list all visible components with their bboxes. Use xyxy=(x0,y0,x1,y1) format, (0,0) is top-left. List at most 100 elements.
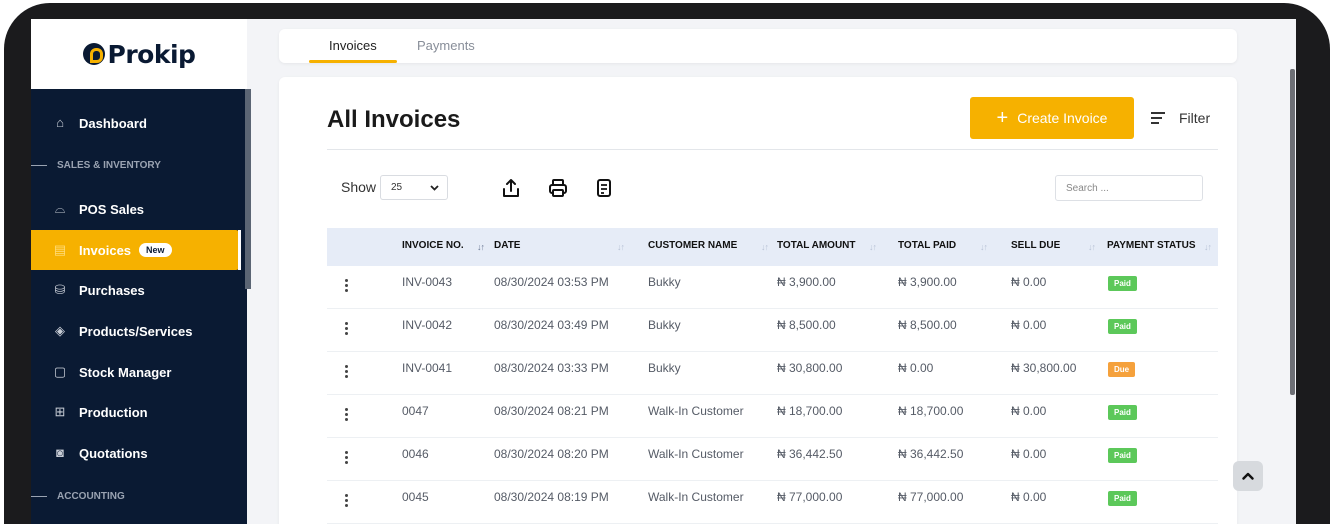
sort-icon[interactable]: ↓↑ xyxy=(869,242,877,252)
cell-total-amount: ₦ 36,442.50 xyxy=(777,447,843,461)
sidebar-item-quotations[interactable]: ◙ Quotations xyxy=(31,433,239,473)
cell-date: 08/30/2024 08:19 PM xyxy=(494,490,609,504)
sidebar-item-pos-sales[interactable]: ⌓ POS Sales xyxy=(31,189,239,229)
cell-customer: Bukky xyxy=(648,361,681,375)
filter-icon xyxy=(1151,112,1165,124)
tab-payments[interactable]: Payments xyxy=(417,38,475,53)
cell-date: 08/30/2024 03:33 PM xyxy=(494,361,609,375)
sort-icon[interactable]: ↓↑ xyxy=(477,242,485,252)
row-actions-icon[interactable] xyxy=(345,451,349,467)
scroll-to-top-button[interactable] xyxy=(1233,461,1263,491)
sidebar-item-label: Purchases xyxy=(79,282,145,298)
app-screen: Prokip ⌂ Dashboard SALES & INVENTORY ⌓ P… xyxy=(31,19,1296,524)
cell-total-paid: ₦ 18,700.00 xyxy=(898,404,964,418)
row-actions-icon[interactable] xyxy=(345,494,349,510)
plus-icon: + xyxy=(996,107,1009,129)
table-row[interactable]: 0045 08/30/2024 08:19 PM Walk-In Custome… xyxy=(327,481,1218,524)
sort-icon[interactable]: ↓↑ xyxy=(1088,242,1096,252)
status-badge: Due xyxy=(1108,362,1136,377)
row-actions-icon[interactable] xyxy=(345,322,349,338)
sidebar-item-products-services[interactable]: ◈ Products/Services xyxy=(31,311,239,351)
cell-customer: Walk-In Customer xyxy=(648,447,744,461)
quotation-icon: ◙ xyxy=(56,445,64,460)
cell-customer: Walk-In Customer xyxy=(648,404,744,418)
table-header: INVOICE NO. ↓↑ DATE ↓↑ CUSTOMER NAME ↓↑ … xyxy=(327,228,1218,266)
production-icon: ⊞ xyxy=(54,404,66,419)
table-row[interactable]: INV-0042 08/30/2024 03:49 PM Bukky ₦ 8,5… xyxy=(327,309,1218,352)
column-header-date[interactable]: DATE xyxy=(494,240,520,251)
cell-total-amount: ₦ 30,800.00 xyxy=(777,361,843,375)
chevron-down-icon xyxy=(430,184,439,191)
sidebar-item-label: Stock Manager xyxy=(79,364,172,380)
column-header-invoice-no[interactable]: INVOICE NO. xyxy=(402,240,464,251)
document-icon[interactable] xyxy=(593,177,615,199)
sidebar: Prokip ⌂ Dashboard SALES & INVENTORY ⌓ P… xyxy=(31,19,251,524)
active-tab-indicator xyxy=(309,60,397,63)
sidebar-item-label: POS Sales xyxy=(79,201,145,217)
create-invoice-button[interactable]: + Create Invoice xyxy=(970,97,1134,139)
table-row[interactable]: 0046 08/30/2024 08:20 PM Walk-In Custome… xyxy=(327,438,1218,481)
status-badge: Paid xyxy=(1108,276,1137,291)
sidebar-item-label: Products/Services xyxy=(79,323,193,339)
cell-sell-due: ₦ 0.00 xyxy=(1011,404,1047,418)
cell-date: 08/30/2024 03:53 PM xyxy=(494,275,609,289)
column-header-total-paid[interactable]: TOTAL PAID xyxy=(898,240,956,251)
stock-icon: ▢ xyxy=(53,364,67,379)
page-scrollbar[interactable] xyxy=(1290,69,1295,395)
sidebar-item-label: Quotations xyxy=(79,445,148,461)
filter-button[interactable]: Filter xyxy=(1151,107,1210,129)
table-row[interactable]: INV-0043 08/30/2024 03:53 PM Bukky ₦ 3,9… xyxy=(327,266,1218,309)
cell-invoice-no: INV-0042 xyxy=(402,318,453,332)
cell-date: 08/30/2024 08:20 PM xyxy=(494,447,609,461)
tab-invoices[interactable]: Invoices xyxy=(329,38,377,53)
sidebar-item-invoices[interactable]: ▤ Invoices New xyxy=(31,230,241,270)
status-badge: Paid xyxy=(1108,491,1137,506)
sort-icon[interactable]: ↓↑ xyxy=(980,242,988,252)
cell-total-amount: ₦ 3,900.00 xyxy=(777,275,836,289)
sort-icon[interactable]: ↓↑ xyxy=(617,242,625,252)
print-icon[interactable] xyxy=(547,177,569,199)
cell-date: 08/30/2024 03:49 PM xyxy=(494,318,609,332)
tabs-bar: Invoices Payments xyxy=(279,29,1237,63)
sort-icon[interactable]: ↓↑ xyxy=(1204,242,1212,252)
cell-customer: Bukky xyxy=(648,318,681,332)
page-title: All Invoices xyxy=(327,106,461,133)
sidebar-scrollbar[interactable] xyxy=(245,89,251,289)
cell-sell-due: ₦ 30,800.00 xyxy=(1011,361,1077,375)
cell-customer: Bukky xyxy=(648,275,681,289)
table-row[interactable]: 0047 08/30/2024 08:21 PM Walk-In Custome… xyxy=(327,395,1218,438)
column-header-payment-status[interactable]: PAYMENT STATUS xyxy=(1107,240,1196,251)
cell-invoice-no: 0047 xyxy=(402,404,429,418)
column-header-customer-name[interactable]: CUSTOMER NAME xyxy=(648,240,737,251)
home-icon: ⌂ xyxy=(56,115,64,130)
invoices-panel: All Invoices + Create Invoice Filter Sho… xyxy=(279,77,1237,524)
row-actions-icon[interactable] xyxy=(345,365,349,381)
sidebar-item-label: Invoices xyxy=(79,242,132,258)
logo[interactable]: Prokip xyxy=(31,19,247,89)
sidebar-item-production[interactable]: ⊞ Production xyxy=(31,392,239,432)
column-header-total-amount[interactable]: TOTAL AMOUNT xyxy=(777,240,856,251)
column-header-sell-due[interactable]: SELL DUE xyxy=(1011,240,1060,251)
table-row[interactable]: INV-0041 08/30/2024 03:33 PM Bukky ₦ 30,… xyxy=(327,352,1218,395)
cell-total-paid: ₦ 0.00 xyxy=(898,361,934,375)
page-size-select[interactable]: 25 xyxy=(380,175,448,200)
export-icon[interactable] xyxy=(500,177,522,199)
sidebar-item-purchases[interactable]: ⛁ Purchases xyxy=(31,270,239,310)
search-input[interactable]: Search ... xyxy=(1055,175,1203,201)
purchases-icon: ⛁ xyxy=(54,282,66,297)
sort-icon[interactable]: ↓↑ xyxy=(761,242,769,252)
cell-total-paid: ₦ 36,442.50 xyxy=(898,447,964,461)
sidebar-section-sales-inventory: SALES & INVENTORY xyxy=(31,155,247,175)
cell-total-amount: ₦ 18,700.00 xyxy=(777,404,843,418)
row-actions-icon[interactable] xyxy=(345,279,349,295)
cell-total-paid: ₦ 8,500.00 xyxy=(898,318,957,332)
sidebar-item-dashboard[interactable]: ⌂ Dashboard xyxy=(31,103,239,143)
page-size-value: 25 xyxy=(391,182,403,193)
cell-sell-due: ₦ 0.00 xyxy=(1011,318,1047,332)
filter-label: Filter xyxy=(1179,110,1211,126)
cell-sell-due: ₦ 0.00 xyxy=(1011,447,1047,461)
box-icon: ◈ xyxy=(55,323,65,338)
header-divider xyxy=(327,149,1218,150)
sidebar-item-stock-manager[interactable]: ▢ Stock Manager xyxy=(31,352,239,392)
row-actions-icon[interactable] xyxy=(345,408,349,424)
